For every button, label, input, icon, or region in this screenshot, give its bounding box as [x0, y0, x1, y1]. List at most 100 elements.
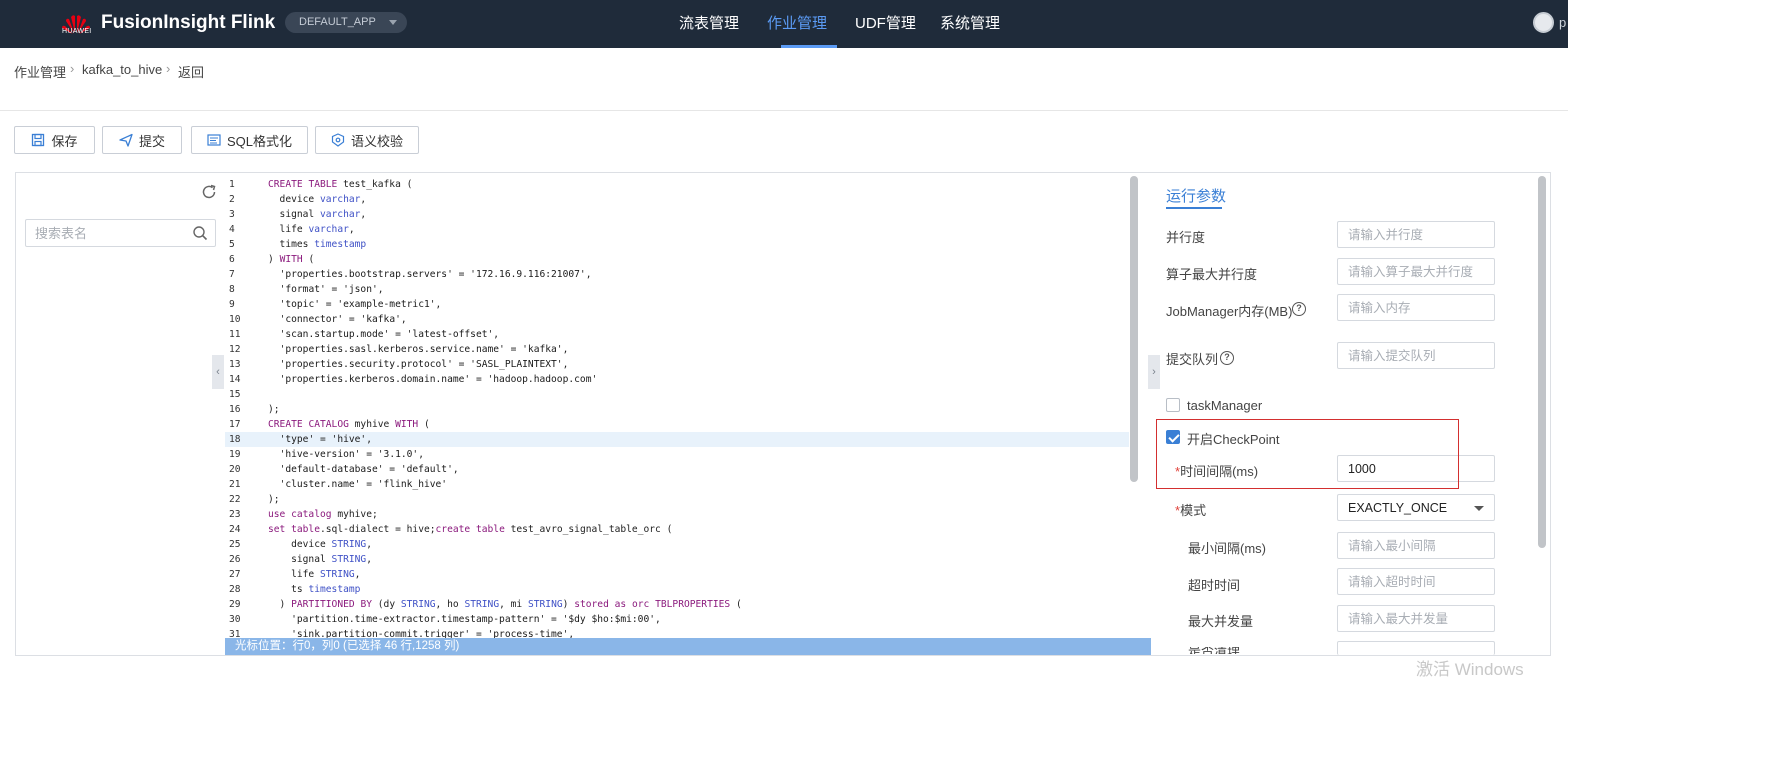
code-line[interactable]: 11 'scan.startup.mode' = 'latest-offset'… — [225, 327, 1129, 342]
code-text: signal STRING, — [268, 554, 372, 565]
code-text: 'hive-version' = '3.1.0', — [279, 449, 424, 460]
queue-input[interactable] — [1337, 342, 1495, 369]
app-selector[interactable]: DEFAULT_APP — [285, 12, 407, 33]
sql-editor[interactable]: 1 CREATE TABLE test_kafka (2 device varch… — [225, 174, 1151, 638]
refresh-icon[interactable] — [201, 184, 217, 200]
nav-active-indicator — [781, 45, 837, 48]
annotation-highlight-box — [1156, 419, 1459, 489]
code-text: 'cluster.name' = 'flink_hive' — [279, 479, 448, 490]
cleanup-input[interactable] — [1337, 641, 1495, 655]
code-line[interactable]: 26 signal STRING, — [225, 552, 1129, 567]
code-line[interactable]: 30 'partition.time-extractor.timestamp-p… — [225, 612, 1129, 627]
jobmanager-memory-input[interactable] — [1337, 294, 1495, 321]
code-line[interactable]: 19 'hive-version' = '3.1.0', — [225, 447, 1129, 462]
code-line[interactable]: 29 ) PARTITIONED BY (dy STRING, ho STRIN… — [225, 597, 1129, 612]
code-line[interactable]: 7 'properties.bootstrap.servers' = '172.… — [225, 267, 1129, 282]
code-line[interactable]: 27 life STRING, — [225, 567, 1129, 582]
semantic-validate-button[interactable]: 语义校验 — [315, 126, 419, 154]
code-line[interactable]: 23 use catalog myhive; — [225, 507, 1129, 522]
code-line[interactable]: 22); — [225, 492, 1129, 507]
editor-scrollbar[interactable] — [1130, 176, 1138, 482]
code-line[interactable]: 18 'type' = 'hive', — [225, 432, 1129, 447]
max-parallelism-input[interactable] — [1337, 258, 1495, 285]
mode-label-text: 模式 — [1180, 503, 1207, 518]
app-selector-value: DEFAULT_APP — [299, 16, 376, 28]
code-line[interactable]: 24 set table.sql-dialect = hive;create ta… — [225, 522, 1129, 537]
line-number: 22 — [229, 494, 241, 505]
nav-jobs[interactable]: 作业管理 — [767, 12, 827, 33]
breadcrumb-back[interactable]: 返回 — [178, 62, 204, 81]
line-number: 13 — [229, 359, 241, 370]
line-number: 25 — [229, 539, 241, 550]
min-interval-input[interactable] — [1337, 532, 1495, 559]
line-number: 14 — [229, 374, 241, 385]
semantic-validate-button-label: 语义校验 — [350, 133, 403, 149]
chevron-down-icon — [1474, 506, 1484, 511]
sql-format-button[interactable]: SQL格式化 — [191, 126, 308, 154]
line-number: 18 — [229, 434, 241, 445]
code-line[interactable]: 16); — [225, 402, 1129, 417]
code-line[interactable]: 28 ts timestamp — [225, 582, 1129, 597]
nav-stream-tables[interactable]: 流表管理 — [679, 12, 739, 33]
code-text: 'properties.sasl.kerberos.service.name' … — [279, 344, 569, 355]
mode-select[interactable]: EXACTLY_ONCE — [1337, 494, 1495, 521]
code-line[interactable]: 14 'properties.kerberos.domain.name' = '… — [225, 372, 1129, 387]
jobmanager-memory-label: JobManager内存(MB) — [1166, 304, 1293, 319]
code-line[interactable]: 10 'connector' = 'kafka', — [225, 312, 1129, 327]
code-text: 'sink.partition-commit.trigger' = 'proce… — [291, 629, 575, 638]
code-line[interactable]: 2 device varchar, — [225, 192, 1129, 207]
code-text: CREATE CATALOG myhive WITH ( — [268, 419, 430, 430]
right-panel-scrollbar[interactable] — [1538, 176, 1546, 548]
task-manager-checkbox[interactable] — [1166, 398, 1180, 412]
line-number: 3 — [229, 209, 235, 220]
collapse-right-panel-button[interactable]: › — [1148, 355, 1160, 389]
line-number: 30 — [229, 614, 241, 625]
code-line[interactable]: 21 'cluster.name' = 'flink_hive' — [225, 477, 1129, 492]
parallelism-input[interactable] — [1337, 221, 1495, 248]
nav-system[interactable]: 系统管理 — [940, 12, 1000, 33]
user-name[interactable]: p — [1559, 15, 1566, 30]
save-button-label: 保存 — [51, 133, 78, 149]
code-line[interactable]: 9 'topic' = 'example-metric1', — [225, 297, 1129, 312]
table-search-input[interactable] — [25, 219, 216, 247]
code-text: life varchar, — [268, 224, 355, 235]
queue-label: 提交队列 — [1166, 352, 1219, 367]
max-concurrent-label: 最大并发量 — [1188, 614, 1254, 629]
code-text: CREATE TABLE test_kafka ( — [268, 179, 413, 190]
submit-button[interactable]: 提交 — [102, 126, 182, 154]
code-line[interactable]: 3 signal varchar, — [225, 207, 1129, 222]
code-line[interactable]: 20 'default-database' = 'default', — [225, 462, 1129, 477]
code-line[interactable]: 1 CREATE TABLE test_kafka ( — [225, 177, 1129, 192]
code-text: use catalog myhive; — [268, 509, 378, 520]
max-concurrent-input[interactable] — [1337, 605, 1495, 632]
code-line[interactable]: 5 times timestamp — [225, 237, 1129, 252]
line-number: 12 — [229, 344, 241, 355]
code-line[interactable]: 25 device STRING, — [225, 537, 1129, 552]
code-line[interactable]: 4 life varchar, — [225, 222, 1129, 237]
code-line[interactable]: 31 'sink.partition-commit.trigger' = 'pr… — [225, 627, 1129, 638]
sql-format-button-label: SQL格式化 — [226, 133, 292, 149]
code-line[interactable]: 12 'properties.sasl.kerberos.service.nam… — [225, 342, 1129, 357]
nav-udf[interactable]: UDF管理 — [855, 12, 916, 33]
save-button[interactable]: 保存 — [14, 126, 95, 154]
task-manager-label[interactable]: taskManager — [1187, 398, 1262, 413]
code-line[interactable]: 15 — [225, 387, 1129, 402]
help-icon[interactable]: ? — [1220, 351, 1234, 365]
code-line[interactable]: 8 'format' = 'json', — [225, 282, 1129, 297]
breadcrumb-jobs[interactable]: 作业管理 — [14, 62, 66, 81]
code-text: 'format' = 'json', — [279, 284, 384, 295]
line-number: 4 — [229, 224, 235, 235]
collapse-left-panel-button[interactable]: ‹ — [212, 355, 224, 389]
code-line[interactable]: 17 CREATE CATALOG myhive WITH ( — [225, 417, 1129, 432]
cleanup-label: 是否清理 — [1188, 647, 1240, 654]
tab-active-indicator — [1166, 207, 1222, 209]
line-number: 26 — [229, 554, 241, 565]
help-icon[interactable]: ? — [1292, 302, 1306, 316]
user-avatar[interactable] — [1533, 12, 1554, 33]
timeout-input[interactable] — [1337, 568, 1495, 595]
code-line[interactable]: 6) WITH ( — [225, 252, 1129, 267]
code-line[interactable]: 13 'properties.security.protocol' = 'SAS… — [225, 357, 1129, 372]
breadcrumb-job-name[interactable]: kafka_to_hive — [82, 62, 162, 77]
tab-run-params[interactable]: 运行参数 — [1166, 185, 1226, 206]
search-icon[interactable] — [192, 225, 208, 241]
